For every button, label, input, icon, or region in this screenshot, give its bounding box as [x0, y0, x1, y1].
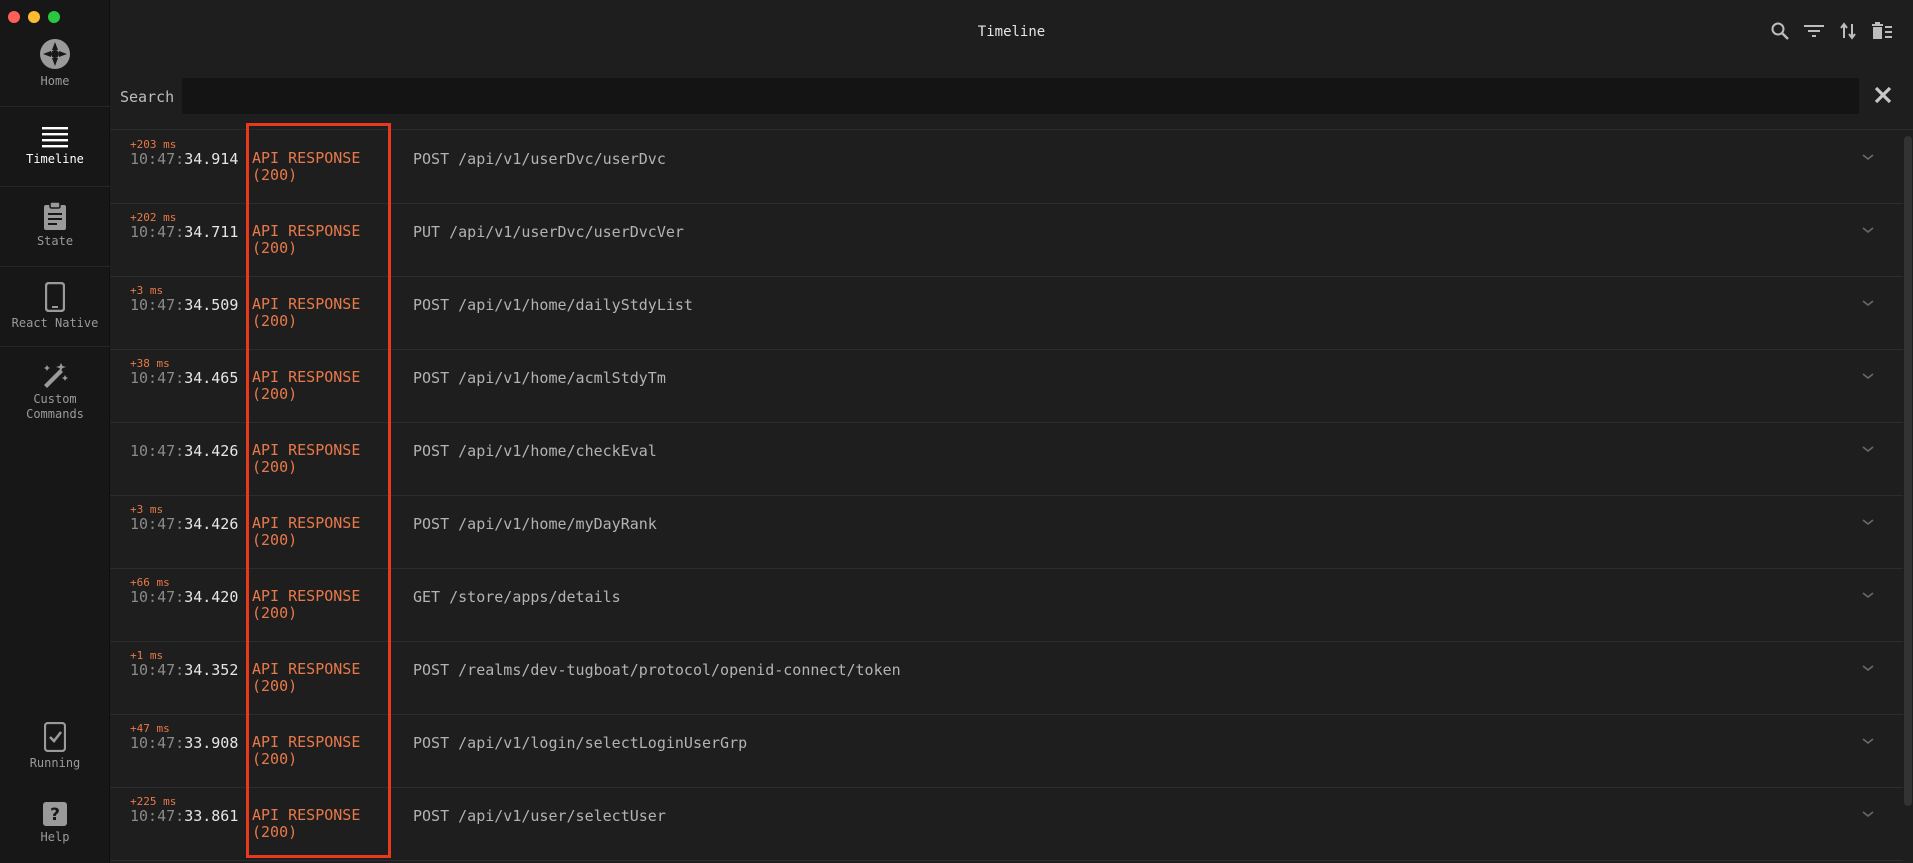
- help-icon: ?: [43, 802, 67, 826]
- timeline-row[interactable]: +225 ms 10:47:33.861 API RESPONSE (200) P…: [110, 788, 1903, 861]
- chevron-down-icon[interactable]: [1861, 806, 1875, 820]
- request-summary: POST /api/v1/userDvc/userDvc: [413, 150, 666, 168]
- chevron-down-icon[interactable]: [1861, 514, 1875, 528]
- timeline-row[interactable]: +202 ms 10:47:34.711 API RESPONSE (200) P…: [110, 204, 1903, 277]
- sidebar-item-help[interactable]: ? Help: [0, 802, 110, 845]
- request-summary: POST /api/v1/user/selectUser: [413, 807, 666, 825]
- request-summary: POST /api/v1/home/dailyStdyList: [413, 296, 693, 314]
- close-window-button[interactable]: [8, 11, 20, 23]
- close-icon[interactable]: [1873, 85, 1895, 107]
- chevron-down-icon[interactable]: [1861, 368, 1875, 382]
- running-icon: [44, 722, 66, 752]
- sidebar-item-label: Help: [40, 830, 70, 844]
- chevron-down-icon[interactable]: [1861, 149, 1875, 163]
- timeline-row[interactable]: +47 ms 10:47:33.908 API RESPONSE (200) PO…: [110, 715, 1903, 788]
- sidebar-item-label: Timeline: [26, 152, 84, 166]
- timestamp: 10:47:34.914: [130, 150, 239, 168]
- magic-wand-icon: [41, 362, 69, 388]
- chevron-down-icon[interactable]: [1861, 660, 1875, 674]
- sidebar-item-timeline[interactable]: Timeline: [0, 126, 110, 167]
- chevron-down-icon[interactable]: [1861, 587, 1875, 601]
- sidebar-item-state[interactable]: State: [0, 202, 110, 249]
- divider: [0, 186, 110, 187]
- chevron-down-icon[interactable]: [1861, 733, 1875, 747]
- event-type: API RESPONSE (200): [252, 660, 361, 695]
- header: Timeline: [110, 0, 1913, 66]
- timeline-icon: [42, 126, 68, 148]
- request-summary: POST /api/v1/home/myDayRank: [413, 515, 657, 533]
- request-summary: POST /realms/dev-tugboat/protocol/openid…: [413, 661, 901, 679]
- timestamp: 10:47:34.711: [130, 223, 239, 241]
- sidebar-item-running[interactable]: Running: [0, 722, 110, 771]
- timeline-row[interactable]: +3 ms 10:47:34.426 API RESPONSE (200) POS…: [110, 496, 1903, 569]
- filter-icon[interactable]: [1803, 20, 1825, 42]
- search-input[interactable]: [182, 78, 1859, 114]
- event-type: API RESPONSE (200): [252, 514, 361, 549]
- maximize-window-button[interactable]: [48, 11, 60, 23]
- search-label: Search: [120, 88, 175, 106]
- sidebar-item-react-native[interactable]: React Native: [0, 282, 110, 331]
- timeline-row[interactable]: +38 ms 10:47:34.465 API RESPONSE (200) PO…: [110, 350, 1903, 423]
- minimize-window-button[interactable]: [28, 11, 40, 23]
- timestamp: 10:47:34.509: [130, 296, 239, 314]
- sidebar-item-label: State: [36, 234, 74, 248]
- request-summary: POST /api/v1/login/selectLoginUserGrp: [413, 734, 748, 752]
- chevron-down-icon[interactable]: [1861, 441, 1875, 455]
- scrollbar-thumb[interactable]: [1904, 136, 1912, 806]
- request-summary: POST /api/v1/home/checkEval: [413, 442, 657, 460]
- timeline-row[interactable]: +203 ms 10:47:34.914 API RESPONSE (200) P…: [110, 131, 1903, 204]
- sidebar-item-label: Home: [40, 74, 70, 88]
- event-type: API RESPONSE (200): [252, 368, 361, 403]
- search-bar: Search: [110, 66, 1913, 130]
- event-type: API RESPONSE (200): [252, 806, 361, 841]
- request-summary: POST /api/v1/home/acmlStdyTm: [413, 369, 666, 387]
- timestamp: 10:47:34.465: [130, 369, 239, 387]
- timeline-row[interactable]: +66 ms 10:47:34.420 API RESPONSE (200) GE…: [110, 569, 1903, 642]
- sidebar-item-label: React Native: [11, 316, 99, 330]
- event-type: API RESPONSE (200): [252, 587, 361, 622]
- svg-text:?: ?: [50, 805, 60, 825]
- event-type: API RESPONSE (200): [252, 149, 361, 184]
- clipboard-icon: [43, 202, 67, 230]
- timestamp: 10:47:34.426: [130, 442, 239, 460]
- chevron-down-icon[interactable]: [1861, 295, 1875, 309]
- sidebar-item-label: Custom Commands: [26, 392, 84, 421]
- request-summary: PUT /api/v1/userDvc/userDvcVer: [413, 223, 684, 241]
- timeline-list: +203 ms 10:47:34.914 API RESPONSE (200) P…: [110, 131, 1903, 863]
- timeline-row[interactable]: +1 ms 10:47:34.352 API RESPONSE (200) POS…: [110, 642, 1903, 715]
- timestamp: 10:47:34.352: [130, 661, 239, 679]
- divider: [0, 266, 110, 267]
- sidebar-item-custom-commands[interactable]: Custom Commands: [0, 362, 110, 422]
- sidebar: Home Timeline State React Native Custom …: [0, 0, 110, 863]
- event-type: API RESPONSE (200): [252, 733, 361, 768]
- timestamp: 10:47:34.426: [130, 515, 239, 533]
- header-toolbar: [1769, 20, 1893, 42]
- event-type: API RESPONSE (200): [252, 441, 361, 476]
- timeline-row[interactable]: 10:47:34.426 API RESPONSE (200) POST /api…: [110, 423, 1903, 496]
- window-controls: [8, 11, 60, 23]
- phone-icon: [45, 282, 65, 312]
- clear-timeline-icon[interactable]: [1871, 20, 1893, 42]
- sidebar-item-label: Running: [29, 756, 81, 770]
- event-type: API RESPONSE (200): [252, 295, 361, 330]
- timeline-row[interactable]: +3 ms 10:47:34.509 API RESPONSE (200) POS…: [110, 277, 1903, 350]
- sidebar-item-home[interactable]: Home: [0, 38, 110, 89]
- home-icon: [39, 38, 71, 70]
- event-type: API RESPONSE (200): [252, 222, 361, 257]
- search-icon[interactable]: [1769, 20, 1791, 42]
- divider: [0, 106, 110, 107]
- sort-icon[interactable]: [1837, 20, 1859, 42]
- request-summary: GET /store/apps/details: [413, 588, 621, 606]
- divider: [0, 346, 110, 347]
- timestamp: 10:47:33.861: [130, 807, 239, 825]
- timestamp: 10:47:34.420: [130, 588, 239, 606]
- page-title: Timeline: [977, 24, 1046, 40]
- chevron-down-icon[interactable]: [1861, 222, 1875, 236]
- timestamp: 10:47:33.908: [130, 734, 239, 752]
